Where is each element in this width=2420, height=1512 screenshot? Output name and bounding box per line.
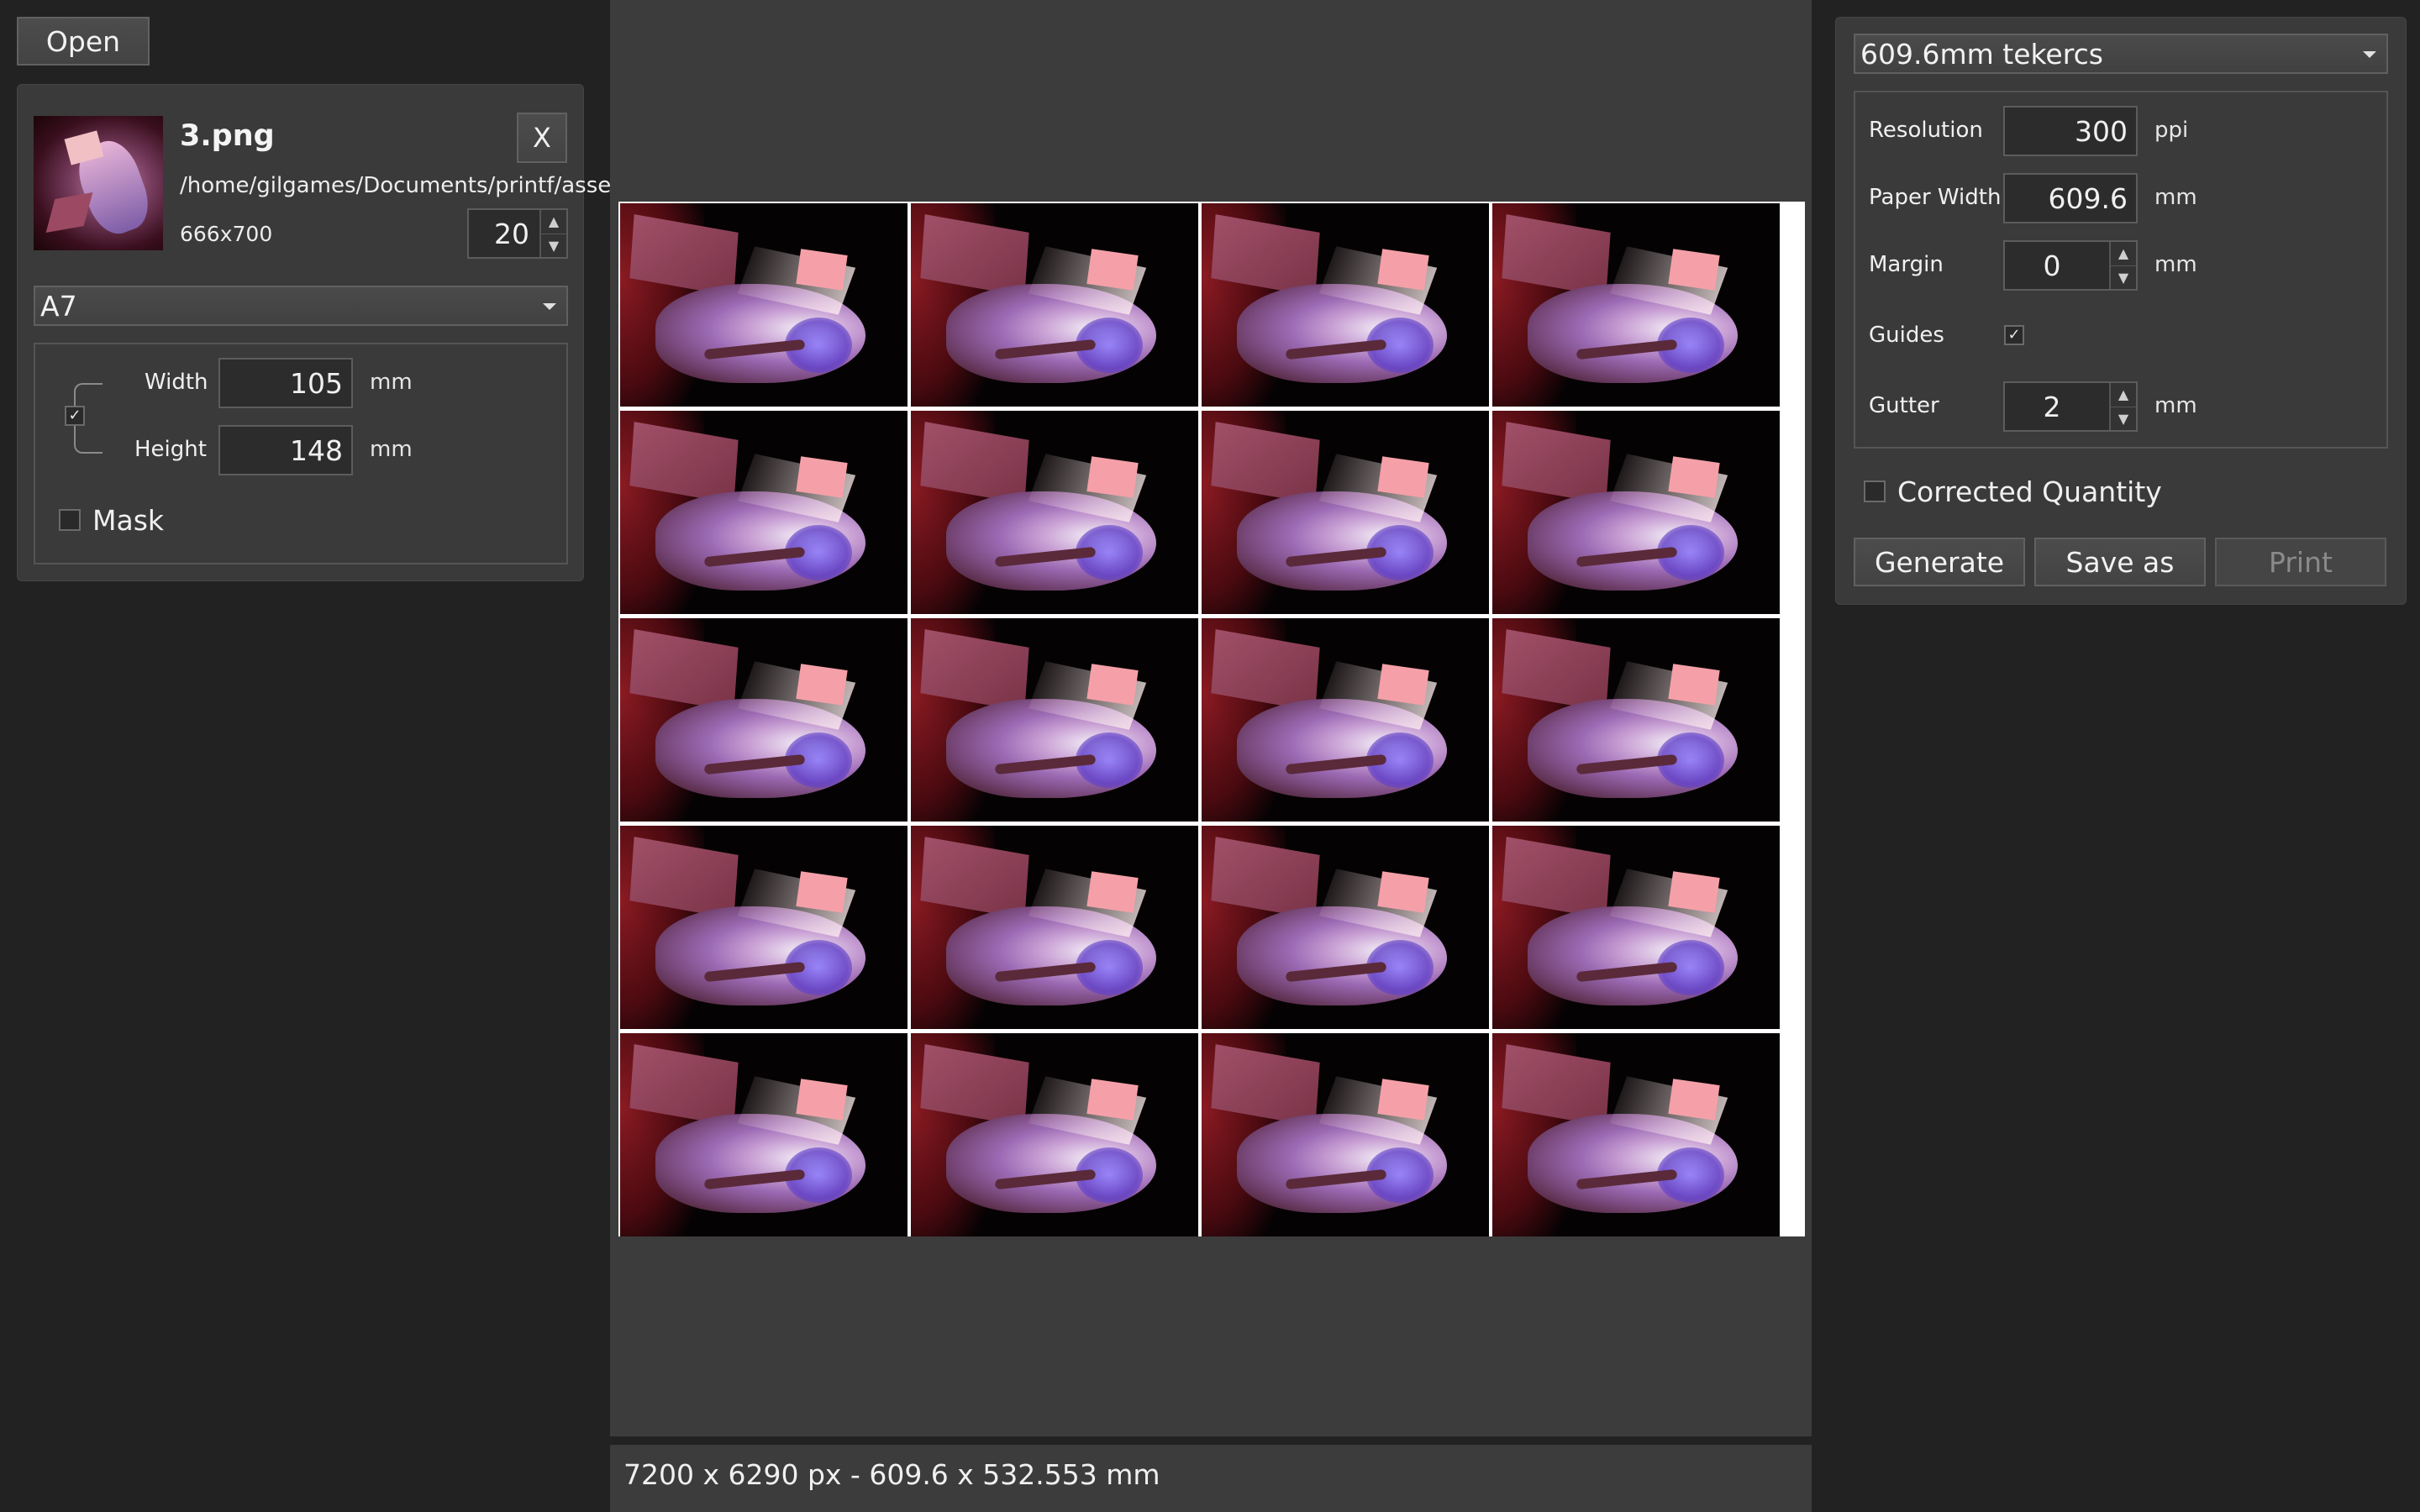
- height-value: 148: [290, 433, 343, 467]
- width-unit: mm: [370, 370, 413, 395]
- generate-button[interactable]: Generate: [1854, 538, 2025, 586]
- print-tile: [620, 826, 908, 1029]
- margin-up-icon[interactable]: ▲: [2111, 242, 2136, 265]
- quantity-up-icon[interactable]: ▲: [541, 210, 566, 234]
- resolution-label: Resolution: [1869, 118, 1983, 143]
- gutter-spin-buttons[interactable]: ▲ ▼: [2109, 383, 2136, 430]
- gutter-value: 2: [2043, 390, 2061, 423]
- print-tile: [620, 618, 908, 822]
- width-label: Width: [145, 370, 208, 395]
- resolution-value: 300: [2075, 114, 2128, 148]
- width-value: 105: [290, 366, 343, 400]
- size-preset-dropdown[interactable]: A7: [34, 286, 568, 326]
- margin-label: Margin: [1869, 252, 1944, 277]
- paper-width-value: 609.6: [2048, 181, 2128, 215]
- mask-label: Mask: [92, 504, 164, 537]
- image-thumbnail: [34, 116, 163, 250]
- resolution-input[interactable]: 300: [2003, 106, 2138, 156]
- quantity-value: 20: [494, 217, 529, 250]
- print-tile: [911, 203, 1198, 407]
- height-label: Height: [134, 437, 207, 462]
- margin-unit: mm: [2154, 252, 2197, 277]
- save-as-button[interactable]: Save as: [2034, 538, 2206, 586]
- height-unit: mm: [370, 437, 413, 462]
- print-tile: [1492, 826, 1780, 1029]
- quantity-stepper[interactable]: 20 ▲ ▼: [467, 208, 568, 259]
- gutter-label: Gutter: [1869, 393, 1939, 418]
- status-text: 7200 x 6290 px - 609.6 x 532.553 mm: [623, 1458, 1160, 1491]
- print-button[interactable]: Print: [2215, 538, 2386, 586]
- margin-down-icon[interactable]: ▼: [2111, 265, 2136, 290]
- gutter-stepper[interactable]: 2 ▲ ▼: [2003, 381, 2138, 432]
- gutter-down-icon[interactable]: ▼: [2111, 406, 2136, 431]
- print-tile: [1202, 1033, 1489, 1236]
- margin-value: 0: [2043, 249, 2061, 282]
- width-input[interactable]: 105: [218, 358, 353, 408]
- margin-spin-buttons[interactable]: ▲ ▼: [2109, 242, 2136, 289]
- quantity-spin-buttons[interactable]: ▲ ▼: [539, 210, 566, 257]
- paper-width-unit: mm: [2154, 185, 2197, 210]
- print-tile: [911, 411, 1198, 614]
- mask-checkbox[interactable]: [59, 509, 81, 531]
- gutter-up-icon[interactable]: ▲: [2111, 383, 2136, 407]
- height-input[interactable]: 148: [218, 425, 353, 475]
- aspect-lock-checkbox[interactable]: ✓: [65, 406, 85, 426]
- corrected-quantity-label: Corrected Quantity: [1897, 475, 2162, 508]
- image-dimensions: 666x700: [180, 222, 273, 246]
- check-icon: ✓: [68, 407, 82, 424]
- print-tile: [620, 203, 908, 407]
- print-tile: [911, 1033, 1198, 1236]
- corrected-quantity-checkbox[interactable]: [1864, 480, 1886, 502]
- guides-checkbox[interactable]: ✓: [2004, 325, 2024, 345]
- print-tile: [1202, 411, 1489, 614]
- chevron-down-icon: [2363, 51, 2376, 58]
- print-tile: [1202, 203, 1489, 407]
- image-path: /home/gilgames/Documents/printf/asset: [180, 173, 620, 198]
- gutter-unit: mm: [2154, 393, 2197, 418]
- print-tile: [1492, 618, 1780, 822]
- paper-preset-dropdown[interactable]: 609.6mm tekercs: [1854, 34, 2388, 74]
- guides-label: Guides: [1869, 323, 1944, 348]
- image-filename: 3.png: [180, 119, 275, 153]
- print-tile: [620, 411, 908, 614]
- remove-image-button[interactable]: X: [517, 113, 567, 163]
- print-tile: [1492, 1033, 1780, 1236]
- print-tile: [1492, 203, 1780, 407]
- chevron-down-icon: [543, 303, 556, 310]
- print-tile: [1202, 826, 1489, 1029]
- open-button[interactable]: Open: [17, 17, 150, 66]
- size-preset-value: A7: [40, 289, 77, 323]
- resolution-unit: ppi: [2154, 118, 2189, 143]
- paper-width-input[interactable]: 609.6: [2003, 173, 2138, 223]
- margin-stepper[interactable]: 0 ▲ ▼: [2003, 240, 2138, 291]
- print-tile: [911, 618, 1198, 822]
- quantity-down-icon[interactable]: ▼: [541, 233, 566, 258]
- check-icon: ✓: [2007, 326, 2021, 344]
- print-tile: [911, 826, 1198, 1029]
- paper-width-label: Paper Width: [1869, 185, 2002, 210]
- paper-preset-value: 609.6mm tekercs: [1860, 37, 2103, 71]
- print-tile: [1202, 618, 1489, 822]
- print-tile: [620, 1033, 908, 1236]
- print-tile: [1492, 411, 1780, 614]
